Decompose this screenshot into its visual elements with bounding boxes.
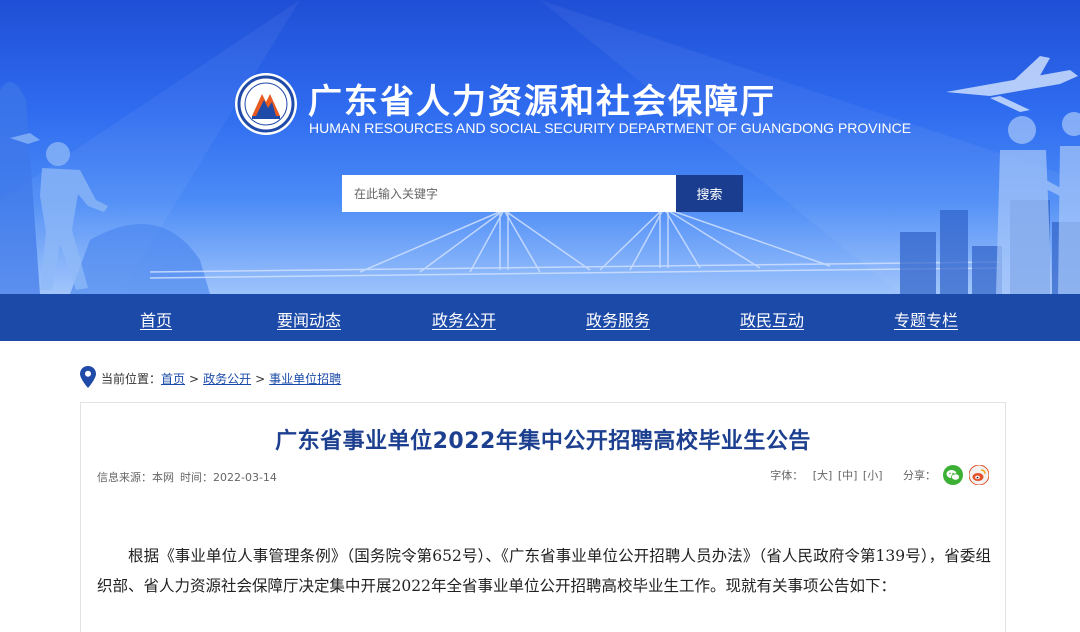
article-meta: 信息来源：本网 时间：2022-03-14 <box>97 469 283 485</box>
search-input[interactable] <box>342 175 676 212</box>
airplane-illustration <box>946 56 1078 112</box>
breadcrumb-home[interactable]: 首页 <box>161 372 185 386</box>
wechat-share-icon[interactable] <box>942 465 963 485</box>
banner-illustration <box>0 0 1080 294</box>
article-tools: 字体： [大] [中] [小] 分享： <box>770 465 989 489</box>
article-card: 广东省事业单位2022年集中公开招聘高校毕业生公告 信息来源：本网 时间：2022… <box>80 402 1006 632</box>
nav-item-government-services[interactable]: 政务服务 <box>586 307 650 331</box>
breadcrumb-prefix: 当前位置： <box>101 372 162 386</box>
breadcrumb-recruitment[interactable]: 事业单位招聘 <box>269 372 341 386</box>
breadcrumb-separator: > <box>189 372 200 386</box>
header-banner: 广东省人力资源和社会保障厅 HUMAN RESOURCES AND SOCIAL… <box>0 0 1080 294</box>
search-button[interactable]: 搜索 <box>676 175 743 212</box>
nav-item-news[interactable]: 要闻动态 <box>277 307 341 331</box>
site-subtitle: HUMAN RESOURCES AND SOCIAL SECURITY DEPA… <box>309 120 912 136</box>
department-emblem-icon[interactable] <box>234 72 298 136</box>
font-size-small-button[interactable]: [小] <box>863 467 883 483</box>
font-size-label: 字体： <box>770 469 804 482</box>
nav-item-government-affairs[interactable]: 政务公开 <box>432 307 496 331</box>
nav-item-public-interaction[interactable]: 政民互动 <box>740 307 804 331</box>
nav-item-home[interactable]: 首页 <box>140 307 172 331</box>
site-title: 广东省人力资源和社会保障厅 <box>308 82 776 122</box>
share-label: 分享： <box>903 469 936 482</box>
location-pin-icon <box>80 366 96 391</box>
article-body: 根据《事业单位人事管理条例》（国务院令第652号）、《广东省事业单位公开招聘人员… <box>97 547 991 595</box>
weibo-share-icon[interactable] <box>969 465 989 485</box>
article-source: 信息来源：本网 <box>97 471 174 484</box>
businessmen-handshake-illustration <box>996 112 1080 294</box>
font-size-large-button[interactable]: [大] <box>813 467 833 483</box>
font-size-medium-button[interactable]: [中] <box>838 467 858 483</box>
main-navigation: 首页 要闻动态 政务公开 政务服务 政民互动 专题专栏 <box>0 294 1080 341</box>
article-time: 时间：2022-03-14 <box>180 471 277 484</box>
breadcrumb-separator: > <box>255 372 266 386</box>
breadcrumb-government-affairs[interactable]: 政务公开 <box>203 372 251 386</box>
nav-item-special-topics[interactable]: 专题专栏 <box>894 307 958 331</box>
article-title: 广东省事业单位2022年集中公开招聘高校毕业生公告 <box>275 429 811 454</box>
